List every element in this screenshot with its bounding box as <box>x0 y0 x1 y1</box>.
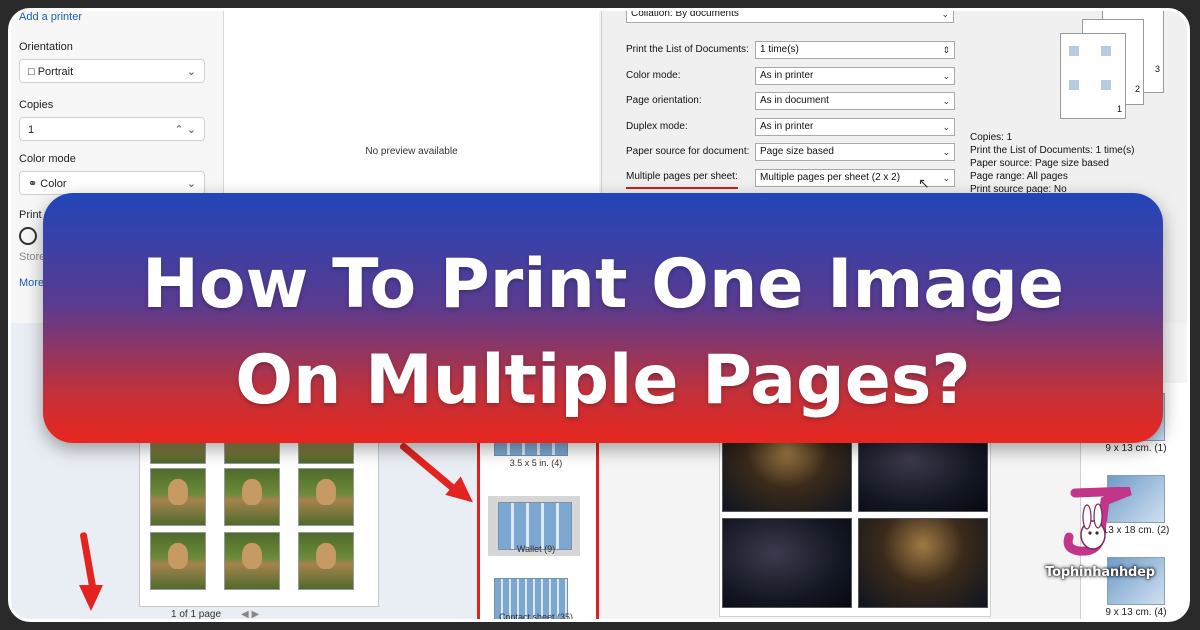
rabbit-logo-icon <box>1063 486 1132 556</box>
banner-title-line-1: How To Print One Image <box>142 245 1064 324</box>
sheet-number: 2 <box>1134 84 1140 94</box>
toggle-icon[interactable] <box>19 227 37 245</box>
chevron-down-icon: ⌄ <box>942 96 950 106</box>
event-photo <box>722 518 852 608</box>
paper-source-select[interactable]: Page size based ⌄ <box>755 143 955 161</box>
paper-source-value: Page size based <box>760 146 834 157</box>
palette-icon: ⚭ <box>28 178 41 190</box>
sheet-number: 1 <box>1116 104 1122 114</box>
sheet-stack-preview: 3 2 1 <box>1052 11 1182 121</box>
collation-label: Collation: <box>631 8 673 19</box>
layout-caption: Contact sheet (35) <box>498 612 574 622</box>
sheet-1: 1 <box>1060 33 1126 119</box>
sheet-cell <box>1101 80 1111 90</box>
sheet-cell <box>1101 46 1111 56</box>
dog-face <box>316 479 336 505</box>
add-printer-link[interactable]: Add a printer <box>19 11 82 23</box>
dog-face <box>242 479 262 505</box>
duplex-mode-select[interactable]: As in printer ⌄ <box>755 118 955 136</box>
page-orientation-select[interactable]: As in document ⌄ <box>755 92 955 110</box>
size-caption: 9 x 13 cm. (4) <box>1105 607 1167 618</box>
dog-photo <box>150 468 206 526</box>
summary-copies: Copies: 1 <box>970 132 1013 143</box>
dog-face <box>316 543 336 569</box>
settings-summary: Copies: 1 Print the List of Documents: 1… <box>970 131 1135 196</box>
chevron-down-icon: ⌄ <box>941 9 949 19</box>
red-arrow-head <box>79 585 103 611</box>
brand-logo: Tophinhanhdep <box>1035 486 1165 597</box>
dog-photo <box>150 532 206 590</box>
chevron-down-icon: ⌄ <box>942 147 950 157</box>
stepper-arrows-icon[interactable]: ⌃ ⌄ <box>175 118 197 142</box>
layout-thumb-wallet[interactable] <box>498 502 572 550</box>
red-arrow-shaft <box>79 531 97 593</box>
chevron-down-icon: ⌄ <box>942 173 950 183</box>
list-copies-spinner[interactable]: 1 time(s) ⇕ <box>755 41 955 59</box>
color-mode-option-value: As in printer <box>760 70 814 81</box>
dog-face <box>168 479 188 505</box>
store-label: Store <box>19 251 46 263</box>
screenshot-frame: Add a printer Orientation □ Portrait ⌄ C… <box>8 8 1190 622</box>
list-copies-value: 1 time(s) <box>760 44 799 55</box>
chevron-down-icon: ⌄ <box>942 122 950 132</box>
dog-photo <box>224 468 280 526</box>
duplex-mode-value: As in printer <box>760 121 814 132</box>
copies-label: Copies <box>19 99 54 111</box>
brand-wordmark: Tophinhanhdep <box>1045 565 1155 580</box>
summary-paper-source: Paper source: Page size based <box>970 158 1109 169</box>
color-mode-option-label: Color mode: <box>626 70 681 81</box>
page-indicator: 1 of 1 page <box>171 609 222 620</box>
color-mode-label: Color mode <box>19 153 76 165</box>
orientation-label: Orientation <box>19 41 73 53</box>
event-photo <box>858 518 988 608</box>
page-icon: □ <box>28 66 38 78</box>
banner-title-line-2: On Multiple Pages? <box>235 341 971 420</box>
collation-select[interactable]: Collation: By documents ⌄ <box>626 8 954 23</box>
size-caption: 9 x 13 cm. (1) <box>1105 443 1167 454</box>
multiple-pages-label: Multiple pages per sheet: <box>626 169 738 189</box>
photo-sheet-preview <box>719 415 991 617</box>
dog-photo <box>298 468 354 526</box>
summary-page-range: Page range: All pages <box>970 171 1068 182</box>
title-banner: How To Print One Image On Multiple Pages… <box>43 193 1163 443</box>
mouse-cursor-icon: ↖ <box>918 175 930 191</box>
no-preview-text: No preview available <box>365 146 458 157</box>
page-orientation-label: Page orientation: <box>626 95 702 106</box>
sheet-cell <box>1069 80 1079 90</box>
multiple-pages-value: Multiple pages per sheet (2 x 2) <box>760 172 901 183</box>
paper-source-label: Paper source for document: <box>626 146 750 157</box>
chevron-down-icon: ⌄ <box>942 71 950 81</box>
color-mode-value: Color <box>40 178 67 190</box>
copies-value: 1 <box>28 124 35 136</box>
spinner-icon[interactable]: ⇕ <box>942 42 950 58</box>
layout-caption: 3.5 x 5 in. (4) <box>509 458 563 468</box>
dog-face <box>168 543 188 569</box>
orientation-select[interactable]: □ Portrait ⌄ <box>19 59 205 83</box>
list-copies-label: Print the List of Documents: <box>626 44 749 55</box>
page-nav-arrows-icon[interactable]: ◀ ▶ <box>241 609 259 619</box>
dog-photo <box>298 532 354 590</box>
orientation-value: Portrait <box>37 66 74 78</box>
copies-stepper[interactable]: 1 ⌃ ⌄ <box>19 117 205 141</box>
duplex-mode-label: Duplex mode: <box>626 121 688 132</box>
dog-face <box>242 543 262 569</box>
color-mode-select[interactable]: ⚭ Color ⌄ <box>19 171 205 195</box>
more-settings-link[interactable]: More <box>19 277 44 289</box>
chevron-down-icon: ⌄ <box>186 66 196 78</box>
summary-list: Print the List of Documents: 1 time(s) <box>970 145 1135 156</box>
wallet-sheet-preview <box>139 406 379 607</box>
sheet-number: 3 <box>1154 64 1160 74</box>
page-orientation-value: As in document <box>760 95 829 106</box>
dog-photo <box>224 532 280 590</box>
sheet-cell <box>1069 46 1079 56</box>
color-mode-option-select[interactable]: As in printer ⌄ <box>755 67 955 85</box>
collation-value: By documents <box>675 8 739 19</box>
layout-caption: Wallet (9) <box>516 544 556 554</box>
